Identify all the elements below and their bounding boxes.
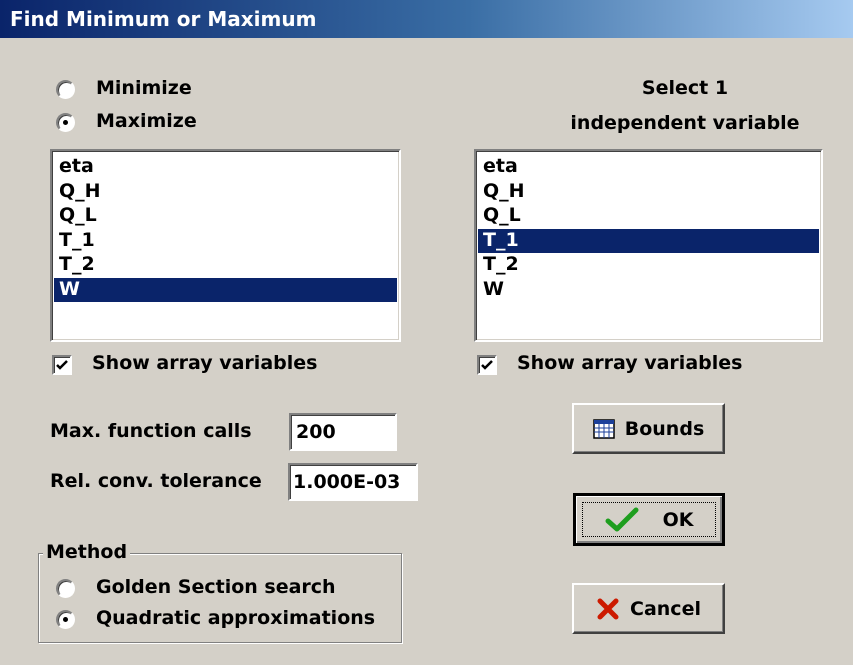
tolerance-input[interactable]: 1.000E-03 <box>288 463 418 501</box>
golden-section-radio[interactable] <box>56 579 75 598</box>
golden-section-label: Golden Section search <box>96 576 336 598</box>
window-title: Find Minimum or Maximum <box>10 7 317 31</box>
tolerance-label: Rel. conv. tolerance <box>50 470 262 492</box>
select-count-label: Select 1 <box>641 77 729 99</box>
radio-selected-dot <box>63 120 68 125</box>
cancel-button-label: Cancel <box>630 597 701 620</box>
list-item[interactable]: eta <box>54 155 397 180</box>
list-item[interactable]: Q_H <box>54 180 397 205</box>
independent-variable-list[interactable]: eta Q_H Q_L T_1 T_2 W <box>474 149 823 342</box>
radio-selected-dot <box>63 617 68 622</box>
ok-button[interactable]: OK <box>573 493 725 546</box>
list-item[interactable]: eta <box>478 155 819 180</box>
checkmark-icon <box>56 360 68 370</box>
list-item[interactable]: T_2 <box>54 253 397 278</box>
right-show-array-label: Show array variables <box>517 352 743 374</box>
quadratic-label: Quadratic approximations <box>96 607 376 629</box>
close-icon <box>597 598 619 619</box>
maximize-radio[interactable] <box>56 113 75 132</box>
max-calls-input[interactable]: 200 <box>289 413 397 451</box>
title-bar: Find Minimum or Maximum <box>0 0 853 38</box>
cancel-button[interactable]: Cancel <box>572 583 725 634</box>
independent-variable-label: independent variable <box>570 112 800 134</box>
max-calls-label: Max. function calls <box>50 420 252 442</box>
list-item[interactable]: T_2 <box>478 253 819 278</box>
list-item[interactable]: Q_L <box>478 204 819 229</box>
right-show-array-checkbox[interactable] <box>477 355 497 375</box>
quadratic-radio[interactable] <box>56 610 75 629</box>
list-item-selected[interactable]: T_1 <box>478 228 819 253</box>
list-item[interactable]: W <box>478 278 819 303</box>
method-groupbox <box>38 553 402 643</box>
left-show-array-label: Show array variables <box>92 352 318 374</box>
checkmark-icon <box>481 360 493 370</box>
list-item-selected[interactable]: W <box>54 277 397 302</box>
table-grid-icon <box>593 418 615 439</box>
objective-variable-list[interactable]: eta Q_H Q_L T_1 T_2 W <box>50 149 401 342</box>
minimize-radio[interactable] <box>56 80 75 99</box>
bounds-button-label: Bounds <box>624 417 705 440</box>
minimize-label: Minimize <box>96 77 192 99</box>
list-item[interactable]: T_1 <box>54 229 397 254</box>
focus-rectangle <box>582 502 716 537</box>
bounds-button[interactable]: Bounds <box>572 403 725 454</box>
left-show-array-checkbox[interactable] <box>52 355 72 375</box>
list-item[interactable]: Q_L <box>54 204 397 229</box>
list-item[interactable]: Q_H <box>478 180 819 205</box>
method-title: Method <box>43 541 131 563</box>
maximize-label: Maximize <box>96 110 197 132</box>
